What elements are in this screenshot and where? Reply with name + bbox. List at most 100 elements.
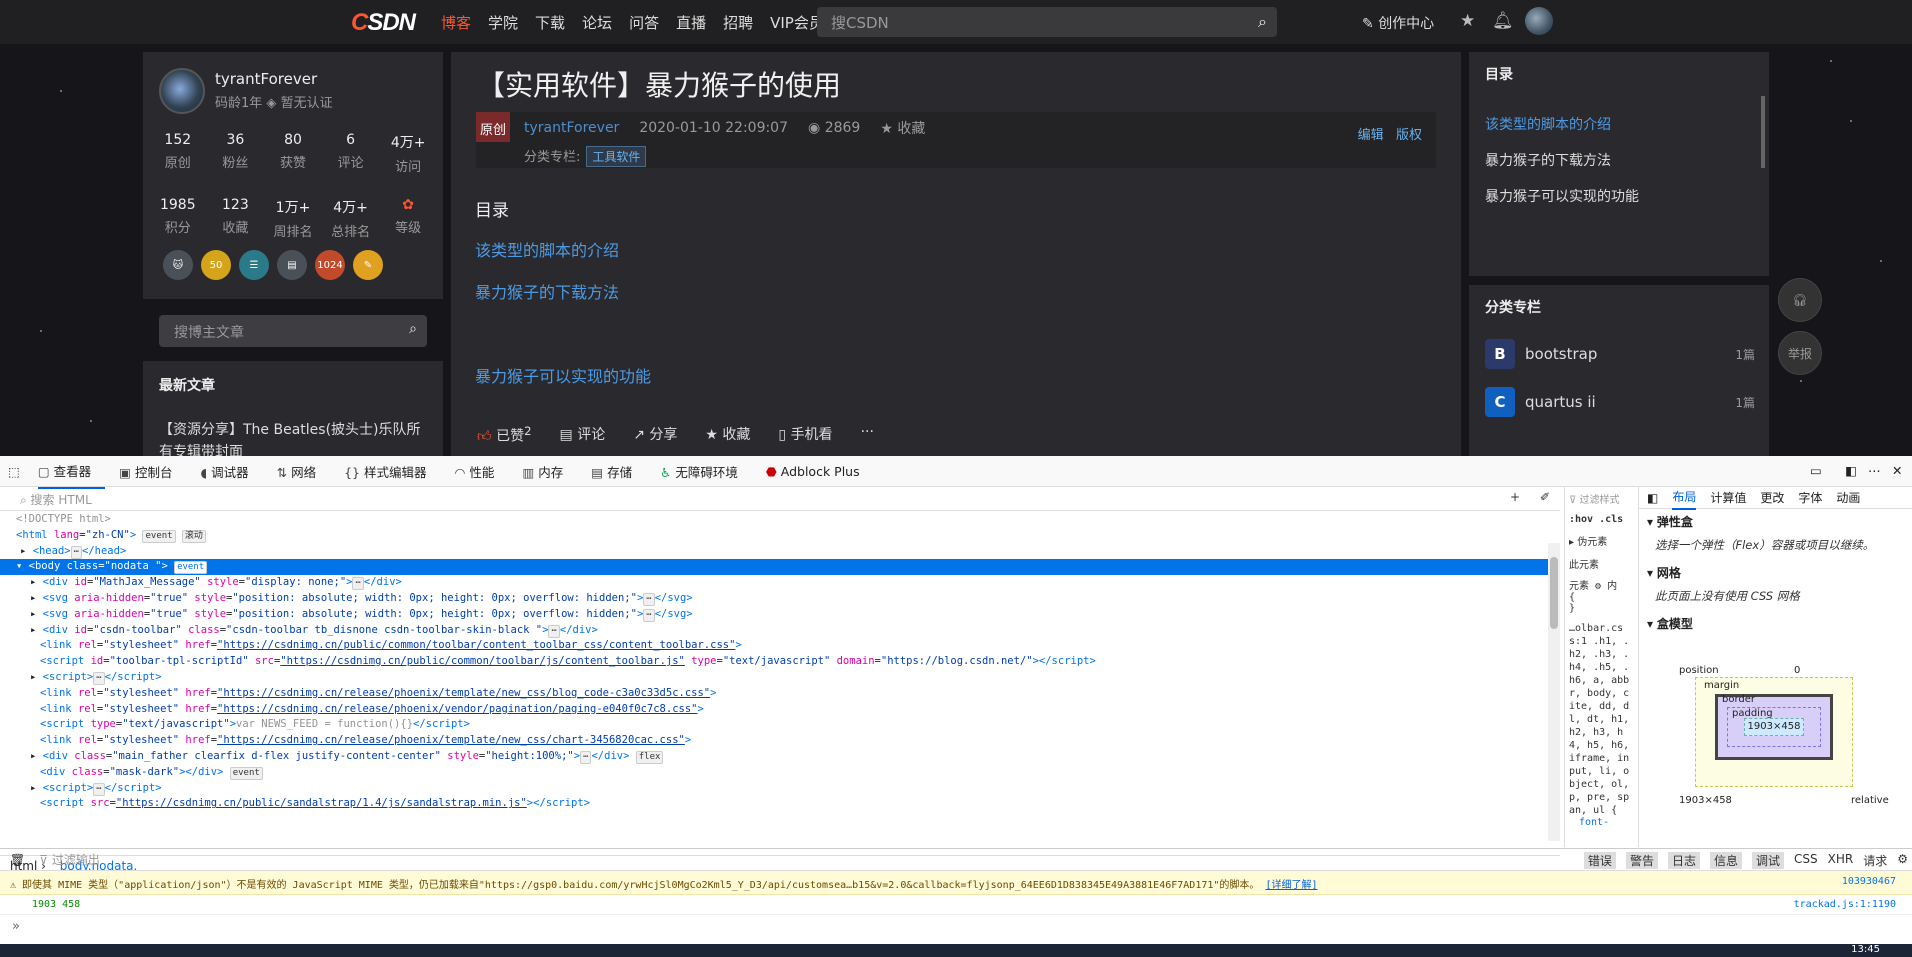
stat-likes[interactable]: 80 获赞 bbox=[265, 132, 320, 175]
trash-icon[interactable]: 🗑︎ bbox=[10, 853, 25, 867]
share-button[interactable]: ↗ 分享 bbox=[633, 424, 677, 446]
csdn-logo[interactable]: CSDN bbox=[351, 9, 416, 37]
warning-source[interactable]: 103930467 bbox=[1842, 876, 1896, 887]
nav-item-qa[interactable]: 问答 bbox=[629, 12, 659, 33]
stat-fans[interactable]: 36 粉丝 bbox=[208, 132, 263, 175]
grid-section[interactable]: ▾ 网格 bbox=[1639, 560, 1912, 585]
like-button[interactable]: 👍︎ 已赞2 bbox=[477, 424, 532, 446]
profile-name[interactable]: tyrantForever bbox=[215, 70, 317, 88]
blog-search-input[interactable]: 搜博主文章 ⌕ bbox=[159, 315, 427, 347]
filter-errors[interactable]: 错误 bbox=[1583, 852, 1616, 869]
article-author[interactable]: tyrantForever bbox=[524, 120, 619, 136]
console-filter-input[interactable]: ⊽ 过滤输出 bbox=[39, 851, 100, 868]
search-icon[interactable]: ⌕ bbox=[1258, 12, 1267, 32]
tab-accessibility[interactable]: ♿︎ 无障碍环境 bbox=[660, 462, 752, 481]
right-toc-item[interactable]: 暴力猴子的下载方法 bbox=[1485, 150, 1611, 170]
column-item[interactable]: Cquartus ii 1篇 bbox=[1485, 387, 1755, 417]
gear-icon[interactable]: ⚙ bbox=[1897, 852, 1908, 869]
log-source[interactable]: trackad.js:1:1190 bbox=[1794, 899, 1896, 910]
user-avatar[interactable] bbox=[1525, 7, 1553, 35]
favorite-link[interactable]: ★ 收藏 bbox=[880, 118, 925, 138]
tree-node[interactable]: ▸ <script> ⋯ </script> bbox=[0, 781, 1548, 797]
tree-node[interactable]: <script type="text/javascript">var NEWS_… bbox=[0, 717, 1548, 733]
tree-node[interactable]: ▸ <div class="main_father clearfix d-fle… bbox=[0, 749, 1548, 765]
tab-inspector[interactable]: ▢ 查看器 bbox=[37, 454, 106, 489]
flexbox-section[interactable]: ▾ 弹性盒 bbox=[1639, 509, 1912, 534]
tree-node[interactable]: <html lang="zh-CN"> event 滚动 bbox=[0, 528, 1548, 544]
tab-storage[interactable]: ▤ 存储 bbox=[591, 462, 646, 481]
nav-item-jobs[interactable]: 招聘 bbox=[723, 12, 753, 33]
boxmodel-section[interactable]: ▾ 盒模型 bbox=[1639, 611, 1912, 636]
tab-computed[interactable]: 计算值 bbox=[1710, 489, 1746, 506]
tree-node[interactable]: <script src="https://csdnimg.cn/public/s… bbox=[0, 796, 1548, 812]
more-button[interactable]: ··· bbox=[861, 424, 874, 446]
tree-node[interactable]: <link rel="stylesheet" href="https://csd… bbox=[0, 702, 1548, 718]
tab-style-editor[interactable]: {} 样式编辑器 bbox=[344, 462, 440, 481]
github-badge-icon[interactable]: 🐱︎ bbox=[163, 250, 193, 280]
filter-xhr[interactable]: XHR bbox=[1828, 852, 1854, 869]
profile-avatar[interactable] bbox=[159, 68, 205, 114]
add-node-icon[interactable]: + bbox=[1510, 490, 1520, 504]
close-icon[interactable]: ✕ bbox=[1892, 463, 1902, 478]
pseudo-elements[interactable]: ▸ 伪元素 bbox=[1569, 533, 1632, 548]
tree-node[interactable]: <!DOCTYPE html> bbox=[0, 512, 1548, 528]
nav-item-forum[interactable]: 论坛 bbox=[582, 12, 612, 33]
tree-node[interactable]: <link rel="stylesheet" href="https://csd… bbox=[0, 638, 1548, 654]
dom-tree[interactable]: <!DOCTYPE html> <html lang="zh-CN"> even… bbox=[0, 512, 1548, 812]
filter-info[interactable]: 信息 bbox=[1709, 852, 1742, 869]
customer-service-button[interactable]: 🎧︎ bbox=[1778, 278, 1822, 322]
menu-icon[interactable]: ⋯ bbox=[1868, 463, 1881, 478]
tree-node[interactable]: <div class="mask-dark"></div> event bbox=[0, 765, 1548, 781]
nav-item-academy[interactable]: 学院 bbox=[488, 12, 518, 33]
filter-logs[interactable]: 日志 bbox=[1667, 852, 1700, 869]
copyright-link[interactable]: 版权 bbox=[1396, 128, 1422, 143]
tab-performance[interactable]: ◠ 性能 bbox=[455, 462, 509, 481]
right-toc-item[interactable]: 该类型的脚本的介绍 bbox=[1485, 114, 1611, 134]
tree-node[interactable]: ▸ <svg aria-hidden="true" style="positio… bbox=[0, 591, 1548, 607]
stat-week-rank[interactable]: 1万+ 周排名 bbox=[265, 197, 320, 240]
tree-node[interactable]: ▸ <div id="MathJax_Message" style="displ… bbox=[0, 575, 1548, 591]
tab-console[interactable]: ▣ 控制台 bbox=[119, 462, 186, 481]
tree-node[interactable]: <script id="toolbar-tpl-scriptId" src="h… bbox=[0, 654, 1548, 670]
stat-original[interactable]: 152 原创 bbox=[150, 132, 205, 175]
tree-node[interactable]: <link rel="stylesheet" href="https://csd… bbox=[0, 686, 1548, 702]
mobile-button[interactable]: ▯ 手机看 bbox=[778, 424, 832, 446]
nav-item-blog[interactable]: 博客 bbox=[441, 12, 471, 33]
layout-side-icon[interactable]: ◧ bbox=[1647, 491, 1658, 505]
report-button[interactable]: 举报 bbox=[1778, 331, 1822, 375]
dock-icon[interactable]: ◧ bbox=[1845, 463, 1857, 478]
filter-debug[interactable]: 调试 bbox=[1751, 852, 1784, 869]
list-badge-icon[interactable]: ☰ bbox=[239, 250, 269, 280]
comment-button[interactable]: ▤ 评论 bbox=[560, 424, 606, 446]
tree-node[interactable]: <link rel="stylesheet" href="https://csd… bbox=[0, 733, 1548, 749]
tab-memory[interactable]: ▥ 内存 bbox=[522, 462, 577, 481]
stat-total-rank[interactable]: 4万+ 总排名 bbox=[323, 197, 378, 240]
html-search-input[interactable]: ⌕ 搜索 HTML + ✐ bbox=[0, 487, 1560, 511]
toc-scrollbar[interactable] bbox=[1761, 96, 1765, 168]
favorite-button[interactable]: ★ 收藏 bbox=[705, 424, 750, 446]
edit-link[interactable]: 编辑 bbox=[1358, 128, 1384, 143]
toc-link[interactable]: 暴力猴子可以实现的功能 bbox=[475, 363, 651, 387]
tree-node[interactable]: ▸ <svg aria-hidden="true" style="positio… bbox=[0, 607, 1548, 623]
cls-toggle[interactable]: .cls bbox=[1599, 514, 1623, 525]
learn-more-link[interactable]: [详细了解] bbox=[1265, 880, 1317, 891]
pen-badge-icon[interactable]: ✎ bbox=[353, 250, 383, 280]
search-icon[interactable]: ⌕ bbox=[409, 321, 417, 337]
category-tag[interactable]: 工具软件 bbox=[586, 146, 647, 167]
column-item[interactable]: Bbootstrap 1篇 bbox=[1485, 339, 1755, 369]
tab-network[interactable]: ⇅ 网络 bbox=[277, 462, 331, 481]
tree-node[interactable]: ▸ <script> ⋯ </script> bbox=[0, 670, 1548, 686]
toc-link[interactable]: 暴力猴子的下载方法 bbox=[475, 279, 619, 303]
fifty-badge-icon[interactable]: 50 bbox=[201, 250, 231, 280]
tab-adblock[interactable]: ⬣ Adblock Plus bbox=[766, 464, 874, 479]
top-search-input[interactable]: 搜CSDN ⌕ bbox=[817, 7, 1277, 37]
right-toc-item[interactable]: 暴力猴子可以实现的功能 bbox=[1485, 186, 1639, 206]
book-badge-icon[interactable]: ▤ bbox=[277, 250, 307, 280]
toc-link[interactable]: 该类型的脚本的介绍 bbox=[475, 237, 619, 261]
tab-layout[interactable]: 布局 bbox=[1672, 485, 1697, 510]
tree-node[interactable]: ▸ <div id="csdn-toolbar" class="csdn-too… bbox=[0, 623, 1548, 639]
tab-debugger[interactable]: ◖ 调试器 bbox=[200, 462, 262, 481]
nav-item-vip[interactable]: VIP会员 bbox=[770, 12, 824, 33]
stat-favorites[interactable]: 123 收藏 bbox=[208, 197, 263, 240]
create-center-link[interactable]: ✎ 创作中心 bbox=[1362, 13, 1434, 33]
